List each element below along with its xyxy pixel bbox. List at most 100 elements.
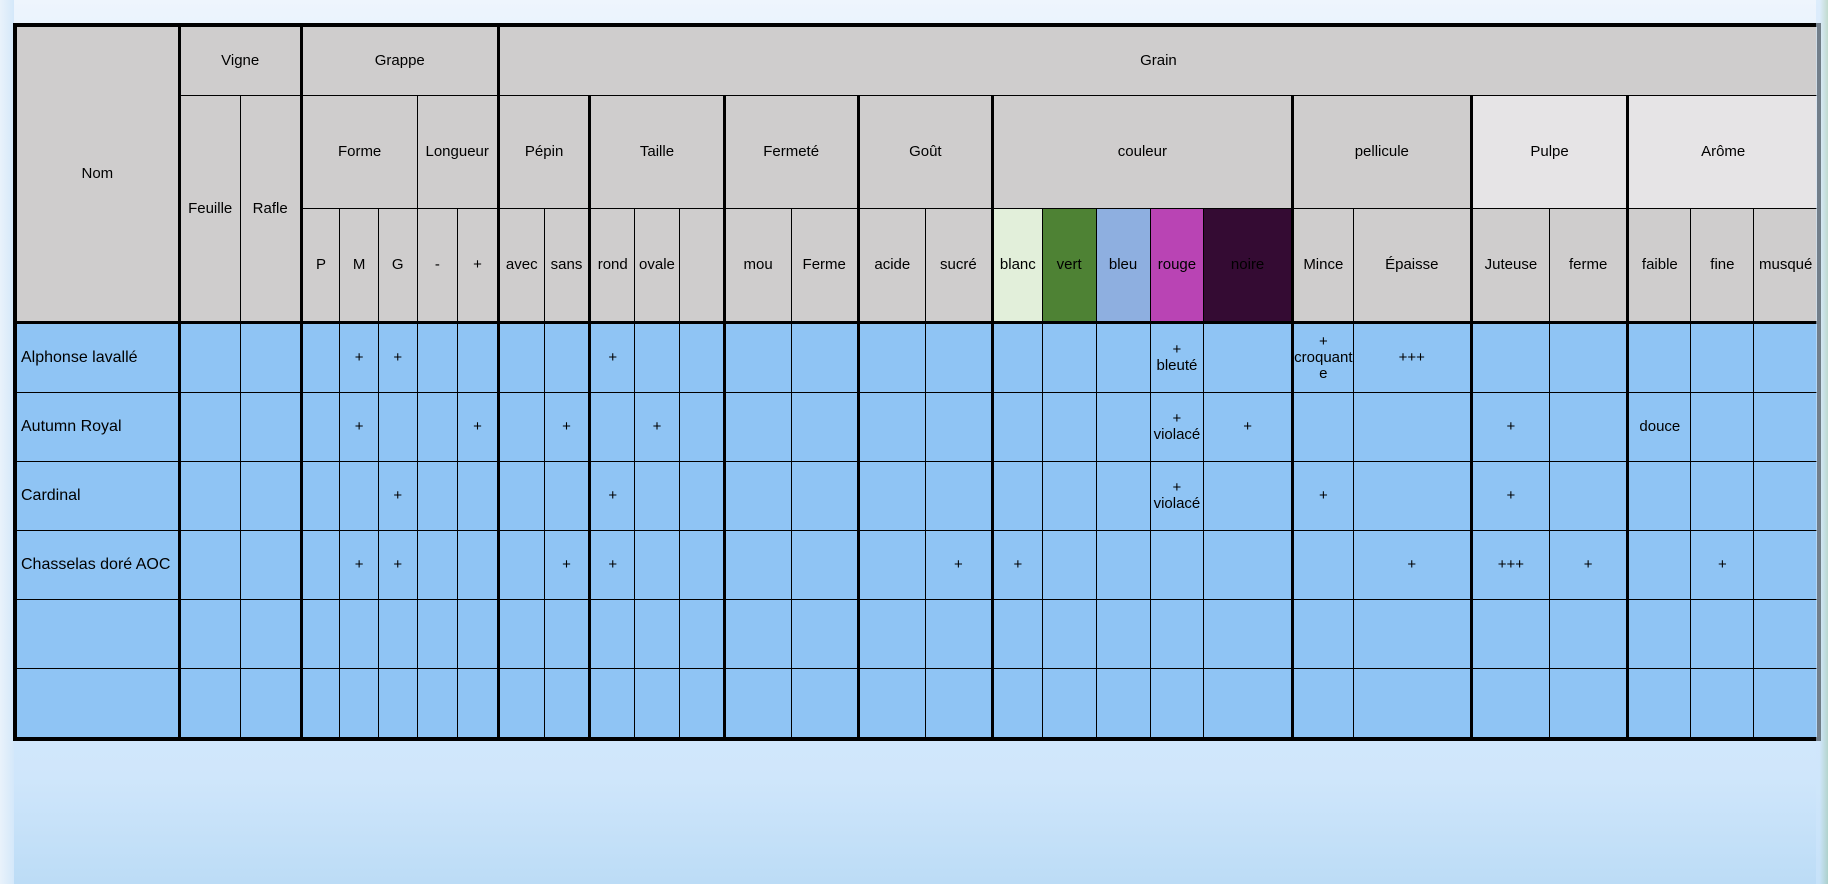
cell-pellicule-mince[interactable]: + croquante bbox=[1291, 322, 1354, 393]
cell-arome-fine[interactable] bbox=[1690, 322, 1755, 393]
cell-couleur-vert[interactable] bbox=[1041, 668, 1097, 738]
cell-arome-faible[interactable] bbox=[1627, 668, 1692, 738]
cell-rafle[interactable] bbox=[239, 530, 303, 600]
cell-pellicule-mince[interactable] bbox=[1291, 530, 1354, 600]
cell-pellicule-epaisse[interactable] bbox=[1352, 668, 1473, 738]
cell-taille-ovale[interactable]: + bbox=[634, 392, 680, 462]
cell-forme-g[interactable] bbox=[377, 668, 418, 738]
cell-gout-acide[interactable] bbox=[857, 599, 926, 669]
cell-pellicule-mince[interactable]: + bbox=[1291, 461, 1354, 531]
cell-fermete-mou[interactable] bbox=[723, 461, 792, 531]
cell-taille-blank[interactable] bbox=[678, 461, 726, 531]
cell-pepin-avec[interactable] bbox=[497, 461, 545, 531]
cell-taille-rond[interactable] bbox=[589, 599, 636, 669]
cell-gout-sucre[interactable] bbox=[924, 461, 994, 531]
cell-longueur-plus[interactable] bbox=[457, 668, 500, 738]
cell-couleur-blanc[interactable] bbox=[991, 668, 1043, 738]
cell-forme-p[interactable] bbox=[300, 668, 341, 738]
cell-fermete-mou[interactable] bbox=[723, 392, 792, 462]
cell-couleur-rouge[interactable]: + violacé bbox=[1149, 392, 1205, 462]
cell-forme-g[interactable] bbox=[377, 599, 418, 669]
table-row[interactable]: Autumn Royal + + + + + violacé + + douce bbox=[16, 392, 1818, 462]
cell-forme-g[interactable]: + bbox=[377, 530, 418, 600]
cell-arome-fine[interactable] bbox=[1690, 668, 1755, 738]
cell-longueur-moins[interactable] bbox=[416, 461, 459, 531]
cell-arome-musque[interactable] bbox=[1753, 461, 1818, 531]
cell-arome-musque[interactable] bbox=[1753, 530, 1818, 600]
cell-rafle[interactable] bbox=[239, 392, 303, 462]
cell-forme-m[interactable]: + bbox=[339, 392, 379, 462]
cell-couleur-noire[interactable]: + bbox=[1203, 392, 1294, 462]
cell-rafle[interactable] bbox=[239, 668, 303, 738]
cell-couleur-noire[interactable] bbox=[1203, 668, 1294, 738]
cell-forme-p[interactable] bbox=[300, 599, 341, 669]
cell-couleur-noire[interactable] bbox=[1203, 322, 1294, 393]
cell-pulpe-ferme[interactable] bbox=[1549, 392, 1630, 462]
cell-pepin-sans[interactable] bbox=[543, 599, 592, 669]
cell-couleur-rouge[interactable] bbox=[1149, 530, 1205, 600]
cell-forme-m[interactable] bbox=[339, 599, 379, 669]
cell-fermete-mou[interactable] bbox=[723, 530, 792, 600]
cell-pellicule-epaisse[interactable] bbox=[1352, 599, 1473, 669]
cell-couleur-blanc[interactable] bbox=[991, 599, 1043, 669]
cell-pulpe-ferme[interactable] bbox=[1549, 322, 1630, 393]
cell-taille-ovale[interactable] bbox=[634, 461, 680, 531]
cell-couleur-rouge[interactable] bbox=[1149, 599, 1205, 669]
cell-forme-m[interactable] bbox=[339, 461, 379, 531]
cell-gout-sucre[interactable] bbox=[924, 322, 994, 393]
cell-fermete-mou[interactable] bbox=[723, 599, 792, 669]
cell-couleur-noire[interactable] bbox=[1203, 461, 1294, 531]
cell-pepin-sans[interactable] bbox=[543, 461, 592, 531]
cell-forme-p[interactable] bbox=[300, 461, 341, 531]
cell-gout-sucre[interactable] bbox=[924, 668, 994, 738]
cell-pellicule-mince[interactable] bbox=[1291, 599, 1354, 669]
cell-arome-fine[interactable] bbox=[1690, 599, 1755, 669]
cell-pulpe-juteuse[interactable] bbox=[1470, 599, 1551, 669]
cell-arome-faible[interactable] bbox=[1627, 530, 1692, 600]
cell-rafle[interactable] bbox=[239, 461, 303, 531]
cell-forme-p[interactable] bbox=[300, 322, 341, 393]
cell-arome-faible[interactable]: douce bbox=[1627, 392, 1692, 462]
cell-fermete-mou[interactable] bbox=[723, 322, 792, 393]
cell-couleur-blanc[interactable]: + bbox=[991, 530, 1043, 600]
cell-taille-rond[interactable]: + bbox=[589, 461, 636, 531]
cell-gout-acide[interactable] bbox=[857, 392, 926, 462]
cell-pulpe-juteuse[interactable]: + bbox=[1470, 392, 1551, 462]
cell-pepin-sans[interactable]: + bbox=[543, 530, 592, 600]
cell-taille-blank[interactable] bbox=[678, 530, 726, 600]
cell-fermete-ferme[interactable] bbox=[790, 461, 860, 531]
cell-couleur-bleu[interactable] bbox=[1095, 392, 1151, 462]
cell-taille-rond[interactable]: + bbox=[589, 322, 636, 393]
cell-pulpe-ferme[interactable] bbox=[1549, 599, 1630, 669]
cell-feuille[interactable] bbox=[178, 599, 241, 669]
cell-pulpe-ferme[interactable] bbox=[1549, 668, 1630, 738]
cell-arome-faible[interactable] bbox=[1627, 322, 1692, 393]
cell-forme-g[interactable]: + bbox=[377, 322, 418, 393]
cell-couleur-blanc[interactable] bbox=[991, 392, 1043, 462]
cell-forme-p[interactable] bbox=[300, 530, 341, 600]
cell-gout-acide[interactable] bbox=[857, 461, 926, 531]
cell-arome-fine[interactable] bbox=[1690, 461, 1755, 531]
cell-forme-g[interactable]: + bbox=[377, 461, 418, 531]
cell-couleur-blanc[interactable] bbox=[991, 322, 1043, 393]
cell-couleur-vert[interactable] bbox=[1041, 599, 1097, 669]
cell-arome-musque[interactable] bbox=[1753, 599, 1818, 669]
cell-gout-sucre[interactable] bbox=[924, 392, 994, 462]
cell-longueur-plus[interactable] bbox=[457, 322, 500, 393]
cell-taille-ovale[interactable] bbox=[634, 530, 680, 600]
cell-couleur-rouge[interactable] bbox=[1149, 668, 1205, 738]
cell-arome-fine[interactable]: + bbox=[1690, 530, 1755, 600]
table-row[interactable]: Cardinal + + + violacé + + bbox=[16, 461, 1818, 531]
cell-couleur-vert[interactable] bbox=[1041, 461, 1097, 531]
cell-taille-blank[interactable] bbox=[678, 392, 726, 462]
cell-longueur-plus[interactable] bbox=[457, 530, 500, 600]
cell-couleur-bleu[interactable] bbox=[1095, 322, 1151, 393]
cell-taille-blank[interactable] bbox=[678, 599, 726, 669]
cell-feuille[interactable] bbox=[178, 322, 241, 393]
cell-taille-blank[interactable] bbox=[678, 668, 726, 738]
cell-couleur-rouge[interactable]: + bleuté bbox=[1149, 322, 1205, 393]
cell-forme-m[interactable]: + bbox=[339, 322, 379, 393]
cell-gout-acide[interactable] bbox=[857, 668, 926, 738]
cell-rafle[interactable] bbox=[239, 322, 303, 393]
cell-forme-p[interactable] bbox=[300, 392, 341, 462]
